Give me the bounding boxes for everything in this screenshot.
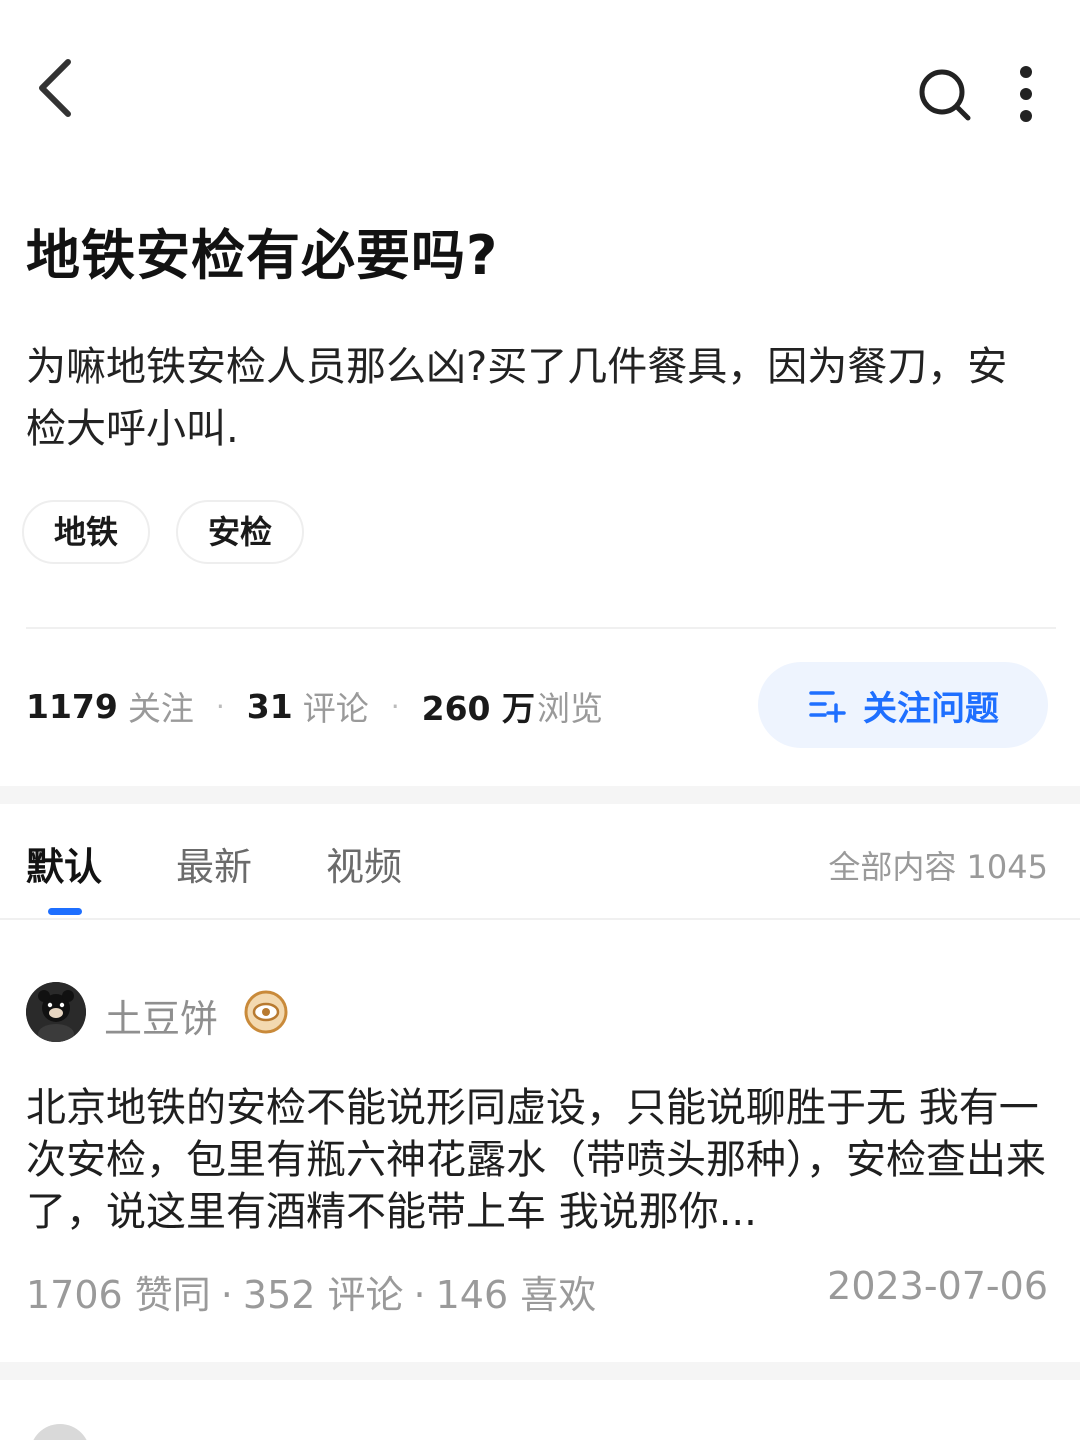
topic-tag[interactable]: 地铁 [22, 500, 151, 564]
question-stats: 1179 关注 · 31 评论 · 260 万 浏览 [26, 676, 603, 736]
search-icon [919, 69, 971, 121]
followers-count: 1179 [26, 686, 118, 726]
search-button[interactable] [912, 62, 978, 128]
total-content-count: 全部内容 1045 [828, 848, 1048, 886]
more-vertical-icon [1020, 66, 1032, 122]
answer-date: 2023-07-06 [827, 1264, 1048, 1308]
meta-separator: · [220, 1273, 233, 1317]
comments-label[interactable]: 评论 [303, 682, 369, 730]
follow-question-button[interactable]: 关注问题 [758, 662, 1048, 748]
answer-meta: 1706 赞同 · 352 评论 · 146 喜欢 [26, 1264, 596, 1319]
section-gap [0, 1362, 1080, 1380]
active-tab-indicator [48, 908, 82, 915]
topic-tag[interactable]: 安检 [176, 500, 305, 564]
stats-separator: · [215, 689, 225, 723]
question-page: 地铁安检有必要吗? 为嘛地铁安检人员那么凶?买了几件餐具，因为餐刀，安检大呼小叫… [0, 0, 1080, 1440]
author-name[interactable]: 土豆饼 [104, 988, 218, 1043]
comment-count: 352 评论 [242, 1273, 404, 1317]
followers-label: 关注 [127, 689, 194, 728]
upvote-count: 1706 赞同 [26, 1273, 211, 1317]
topic-tags: 地铁 安检 [22, 500, 305, 564]
answer-excerpt[interactable]: 北京地铁的安检不能说形同虚设，只能说聊胜于无 我有一次安检，包里有瓶六神花露水（… [26, 1082, 1056, 1238]
section-gap [0, 786, 1080, 804]
question-description[interactable]: 为嘛地铁安检人员那么凶?买了几件餐具，因为餐刀，安检大呼小叫. [26, 336, 1016, 460]
avatar-image [26, 982, 86, 1042]
views-count: 260 万 [421, 689, 535, 728]
comments-count[interactable]: 31 [247, 687, 293, 726]
top-bar [0, 0, 1080, 180]
answer-sort-tabs: 默认 最新 视频 全部内容 1045 [0, 804, 1080, 920]
stats-separator: · [390, 689, 400, 723]
tab-video[interactable]: 视频 [326, 836, 402, 891]
follow-question-label: 关注问题 [863, 688, 999, 729]
views-label: 浏览 [536, 689, 603, 728]
tab-default[interactable]: 默认 [26, 836, 102, 891]
back-button[interactable] [26, 52, 86, 124]
user-level-badge-icon [244, 990, 288, 1034]
tab-latest[interactable]: 最新 [176, 836, 252, 891]
divider [26, 627, 1056, 629]
like-count: 146 喜欢 [435, 1273, 597, 1317]
question-title: 地铁安检有必要吗? [26, 224, 499, 287]
more-options-button[interactable] [1004, 62, 1048, 128]
chevron-left-icon [39, 59, 71, 117]
avatar[interactable] [26, 982, 86, 1042]
meta-separator: · [413, 1273, 426, 1317]
follow-list-icon [809, 691, 846, 723]
next-answer-avatar[interactable] [30, 1424, 90, 1440]
